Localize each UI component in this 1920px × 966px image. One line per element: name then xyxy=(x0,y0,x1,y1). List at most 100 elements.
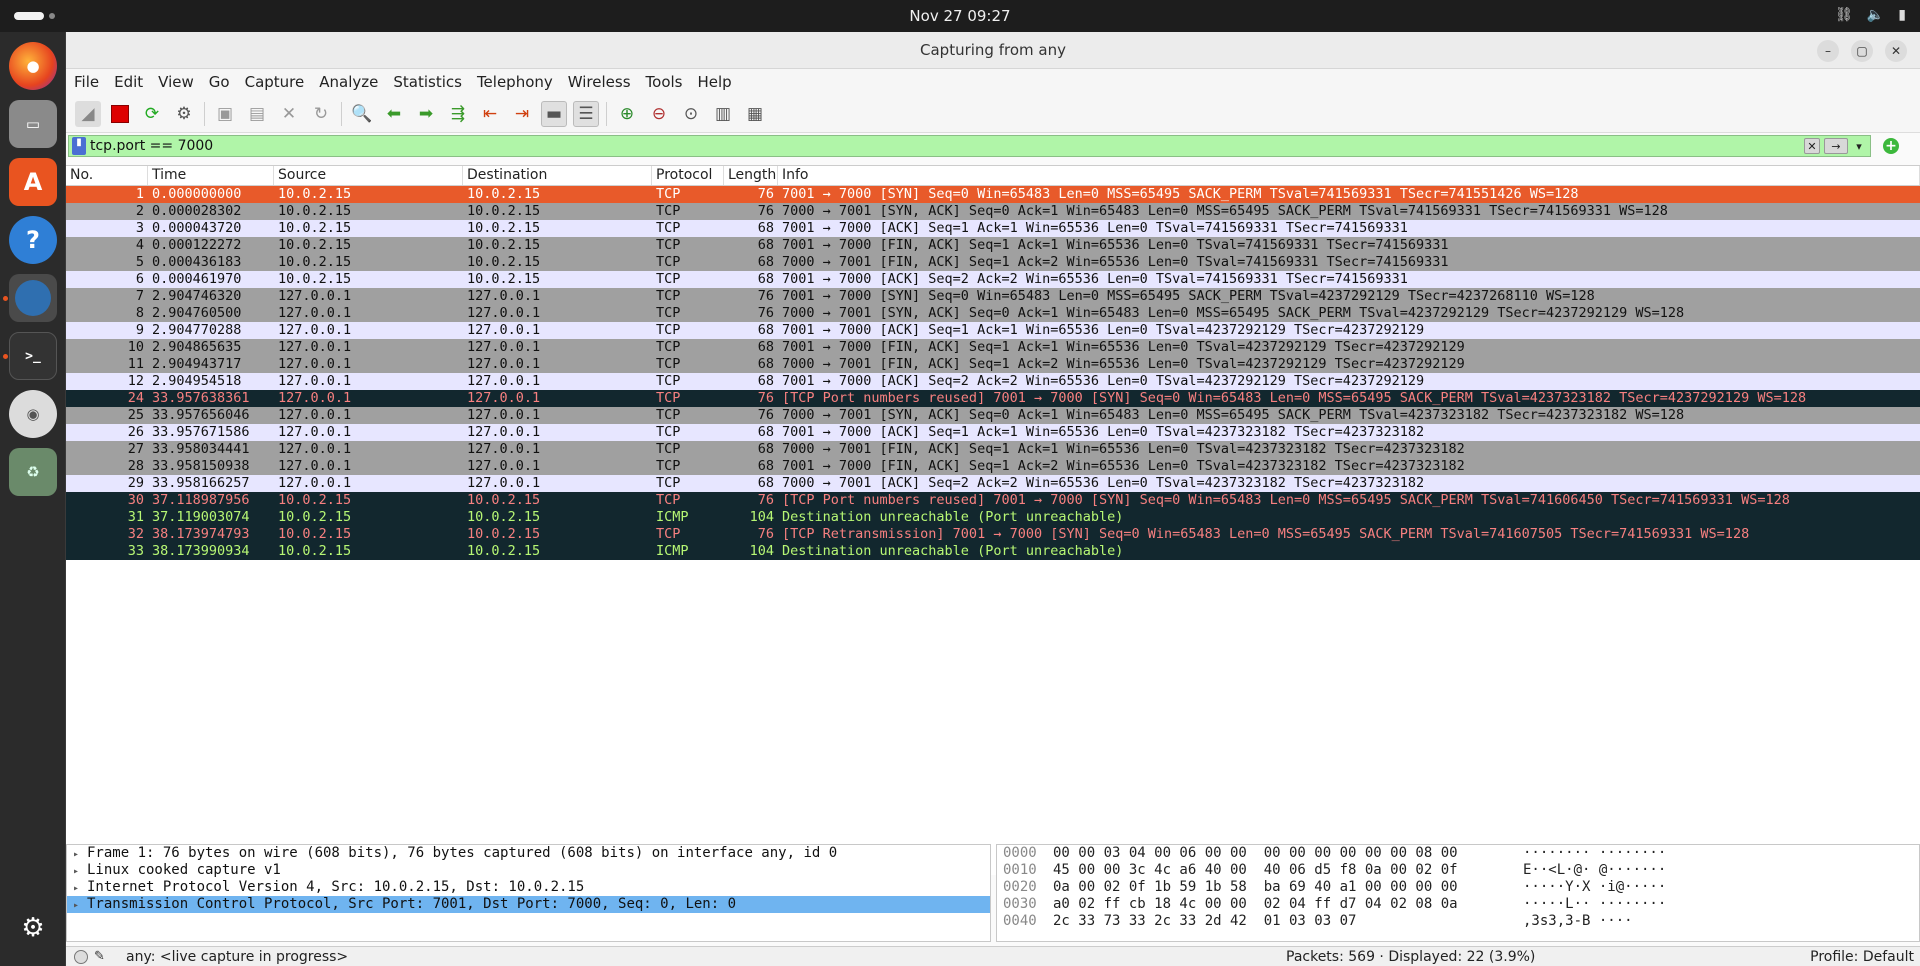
hex-ascii[interactable]: E··<L·@· @······· xyxy=(1523,862,1666,879)
column-no[interactable]: No. xyxy=(66,166,148,185)
open-file-icon[interactable]: ▣ xyxy=(212,101,238,127)
menu-view[interactable]: View xyxy=(158,73,194,91)
reload-file-icon[interactable]: ↻ xyxy=(308,101,334,127)
resize-columns-icon[interactable]: ▥ xyxy=(710,101,736,127)
hex-offset[interactable]: 0020 xyxy=(997,879,1053,896)
add-filter-button-icon[interactable]: + xyxy=(1883,138,1899,154)
hex-bytes[interactable]: a0 02 ff cb 18 4c 00 00 02 04 ff d7 04 0… xyxy=(1053,896,1523,913)
clear-filter-icon[interactable]: ✕ xyxy=(1804,138,1820,154)
restart-capture-icon[interactable]: ⟳ xyxy=(139,101,165,127)
files-icon[interactable]: ▭ xyxy=(9,100,57,148)
stop-capture-icon[interactable] xyxy=(107,101,133,127)
volume-icon[interactable]: 🔈 xyxy=(1867,7,1884,23)
colorize-icon[interactable]: ☰ xyxy=(573,100,599,127)
packet-row[interactable]: 29 33.958166257 127.0.0.1 127.0.0.1 TCP 68 700… xyxy=(66,475,1920,492)
capture-options-icon[interactable]: ⚙ xyxy=(171,101,197,127)
capture-comment-icon[interactable]: ✎ xyxy=(94,949,110,964)
apply-filter-icon[interactable]: → xyxy=(1824,138,1848,154)
expand-arrow-icon[interactable]: ▸ xyxy=(73,863,87,880)
hex-offset[interactable]: 0000 xyxy=(997,845,1053,862)
app-center-icon[interactable]: A xyxy=(9,158,57,206)
bookmark-icon[interactable]: ▮ xyxy=(72,137,86,155)
save-file-icon[interactable]: ▤ xyxy=(244,101,270,127)
hex-ascii[interactable]: ········ ········ xyxy=(1523,845,1666,862)
detail-tree-item[interactable]: ▸ Internet Protocol Version 4, Src: 10.0.… xyxy=(67,879,990,896)
menu-help[interactable]: Help xyxy=(697,73,731,91)
packet-row[interactable]: 9 2.904770288 127.0.0.1 127.0.0.1 TCP 68 7001 … xyxy=(66,322,1920,339)
go-forward-icon[interactable]: ➡ xyxy=(413,101,439,127)
packet-row[interactable]: 8 2.904760500 127.0.0.1 127.0.0.1 TCP 76 7000 … xyxy=(66,305,1920,322)
detail-tree-item[interactable]: ▸ Frame 1: 76 bytes on wire (608 bits), 7… xyxy=(67,845,990,862)
hex-bytes[interactable]: 2c 33 73 33 2c 33 2d 42 01 03 03 07 xyxy=(1053,913,1523,930)
packet-details-pane[interactable]: ▸ Frame 1: 76 bytes on wire (608 bits), 7… xyxy=(66,844,991,942)
menu-go[interactable]: Go xyxy=(209,73,230,91)
hex-offset[interactable]: 0030 xyxy=(997,896,1053,913)
packet-row[interactable]: 5 0.000436183 10.0.2.15 10.0.2.15 TCP 68 7000 … xyxy=(66,254,1920,271)
zoom-out-icon[interactable]: ⊖ xyxy=(646,101,672,127)
column-source[interactable]: Source xyxy=(274,166,463,185)
filter-dropdown-icon[interactable]: ▾ xyxy=(1852,138,1866,154)
packet-row[interactable]: 31 37.119003074 10.0.2.15 10.0.2.15 ICMP 104 D… xyxy=(66,509,1920,526)
network-icon[interactable]: ⛓ xyxy=(1835,7,1853,23)
hex-offset[interactable]: 0010 xyxy=(997,862,1053,879)
packet-row[interactable]: 26 33.957671586 127.0.0.1 127.0.0.1 TCP 68 700… xyxy=(66,424,1920,441)
find-packet-icon[interactable]: 🔍 xyxy=(349,101,375,127)
packet-row[interactable]: 30 37.118987956 10.0.2.15 10.0.2.15 TCP 76 [TC… xyxy=(66,492,1920,509)
menu-statistics[interactable]: Statistics xyxy=(393,73,462,91)
expert-info-icon[interactable] xyxy=(74,949,88,964)
go-to-packet-icon[interactable]: ⇶ xyxy=(445,101,471,127)
menu-edit[interactable]: Edit xyxy=(114,73,143,91)
packet-row[interactable]: 4 0.000122272 10.0.2.15 10.0.2.15 TCP 68 7001 … xyxy=(66,237,1920,254)
packet-row[interactable]: 12 2.904954518 127.0.0.1 127.0.0.1 TCP 68 7001… xyxy=(66,373,1920,390)
maximize-button[interactable]: ▢ xyxy=(1851,40,1873,62)
packet-list-layout-icon[interactable]: ▦ xyxy=(742,101,768,127)
go-back-icon[interactable]: ⬅ xyxy=(381,101,407,127)
packet-row[interactable]: 7 2.904746320 127.0.0.1 127.0.0.1 TCP 76 7001 … xyxy=(66,288,1920,305)
menu-capture[interactable]: Capture xyxy=(245,73,305,91)
start-capture-icon[interactable]: ◢ xyxy=(75,100,101,127)
system-tray[interactable]: ⛓ 🔈 ▮ xyxy=(1835,7,1906,23)
close-file-icon[interactable]: ✕ xyxy=(276,101,302,127)
trash-icon[interactable]: ♻ xyxy=(9,448,57,496)
help-icon[interactable]: ? xyxy=(9,216,57,264)
minimize-button[interactable]: – xyxy=(1817,40,1839,62)
column-info[interactable]: Info xyxy=(778,166,1920,185)
hex-ascii[interactable]: ·····L·· ········ xyxy=(1523,896,1666,913)
packet-row[interactable]: 27 33.958034441 127.0.0.1 127.0.0.1 TCP 68 700… xyxy=(66,441,1920,458)
packet-row[interactable]: 33 38.173990934 10.0.2.15 10.0.2.15 ICMP 104 D… xyxy=(66,543,1920,560)
expand-arrow-icon[interactable]: ▸ xyxy=(73,880,87,897)
column-destination[interactable]: Destination xyxy=(463,166,652,185)
packet-bytes-pane[interactable]: 0000 00 00 03 04 00 06 00 00 00 00 00 00 … xyxy=(996,844,1920,942)
packet-row[interactable]: 11 2.904943717 127.0.0.1 127.0.0.1 TCP 68 7000… xyxy=(66,356,1920,373)
hex-ascii[interactable]: ,3s3,3-B ···· xyxy=(1523,913,1633,930)
display-filter-input[interactable]: ▮ tcp.port == 7000 ✕ → ▾ xyxy=(68,135,1871,157)
hex-ascii[interactable]: ·····Y·X ·i@····· xyxy=(1523,879,1666,896)
title-bar[interactable]: Capturing from any – ▢ ✕ xyxy=(66,32,1920,69)
expand-arrow-icon[interactable]: ▸ xyxy=(73,897,87,914)
packet-row[interactable]: 3 0.000043720 10.0.2.15 10.0.2.15 TCP 68 7001 … xyxy=(66,220,1920,237)
packet-row[interactable]: 6 0.000461970 10.0.2.15 10.0.2.15 TCP 68 7001 … xyxy=(66,271,1920,288)
menu-file[interactable]: File xyxy=(74,73,99,91)
zoom-in-icon[interactable]: ⊕ xyxy=(614,101,640,127)
terminal-icon[interactable]: >_ xyxy=(9,332,57,380)
first-packet-icon[interactable]: ⇤ xyxy=(477,101,503,127)
hex-bytes[interactable]: 45 00 00 3c 4c a6 40 00 40 06 d5 f8 0a 0… xyxy=(1053,862,1523,879)
packet-row[interactable]: 32 38.173974793 10.0.2.15 10.0.2.15 TCP 76 [TC… xyxy=(66,526,1920,543)
wireshark-icon[interactable] xyxy=(9,274,57,322)
packet-row[interactable]: 10 2.904865635 127.0.0.1 127.0.0.1 TCP 68 7001… xyxy=(66,339,1920,356)
hex-offset[interactable]: 0040 xyxy=(997,913,1053,930)
close-button[interactable]: ✕ xyxy=(1885,40,1907,62)
firefox-icon[interactable]: ● xyxy=(9,42,57,90)
detail-tree-item[interactable]: ▸ Linux cooked capture v1 xyxy=(67,862,990,879)
normal-size-icon[interactable]: ⊙ xyxy=(678,101,704,127)
show-apps-icon[interactable]: ⚙ xyxy=(9,904,57,952)
filter-text[interactable]: tcp.port == 7000 xyxy=(90,138,1804,154)
detail-tree-item[interactable]: ▸ Transmission Control Protocol, Src Port… xyxy=(67,896,990,913)
menu-wireless[interactable]: Wireless xyxy=(568,73,631,91)
packet-row[interactable]: 25 33.957656046 127.0.0.1 127.0.0.1 TCP 76 700… xyxy=(66,407,1920,424)
disc-icon[interactable]: ◉ xyxy=(9,390,57,438)
column-length[interactable]: Length xyxy=(724,166,778,185)
profile-text[interactable]: Profile: Default xyxy=(1810,949,1914,965)
expand-arrow-icon[interactable]: ▸ xyxy=(73,846,87,863)
last-packet-icon[interactable]: ⇥ xyxy=(509,101,535,127)
